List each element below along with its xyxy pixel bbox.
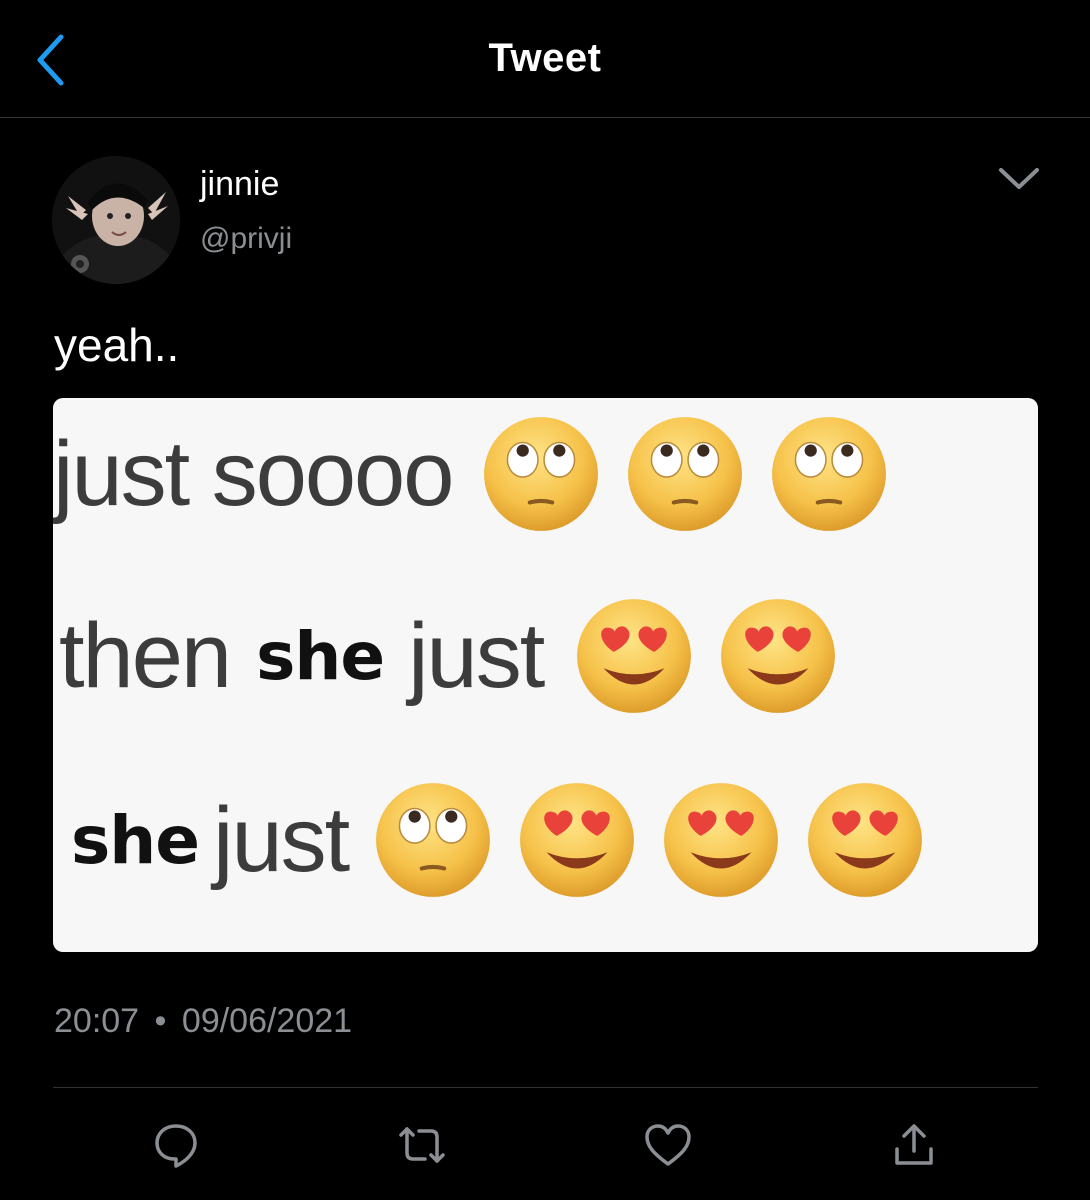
tweet-media[interactable]: just soooo then she just she just (53, 398, 1038, 952)
meme-line-3: she just (71, 770, 926, 910)
timestamp-separator: • (154, 1002, 167, 1040)
meme-text-bold: she (71, 801, 200, 879)
meme-line-1: just soooo (53, 404, 890, 544)
avatar[interactable] (52, 156, 180, 284)
heart-eyes-emoji-icon (516, 779, 638, 901)
meme-line-2: then she just (59, 586, 839, 726)
reply-button[interactable] (148, 1120, 204, 1170)
tweet-time: 20:07 (54, 1002, 140, 1040)
speech-bubble-icon (155, 1124, 197, 1168)
heart-eyes-emoji-icon (717, 595, 839, 717)
meme-text: just soooo (53, 422, 454, 525)
display-name[interactable]: jinnie (200, 165, 279, 204)
more-options-button[interactable] (990, 155, 1048, 203)
heart-eyes-emoji-icon (804, 779, 926, 901)
tweet-date: 09/06/2021 (181, 1002, 353, 1040)
meme-text: just (408, 604, 545, 707)
rolling-eyes-emoji-icon (480, 413, 602, 535)
rolling-eyes-emoji-icon (372, 779, 494, 901)
rolling-eyes-emoji-icon (768, 413, 890, 535)
share-icon (895, 1124, 933, 1165)
tweet-timestamp: 20:07 • 09/06/2021 (54, 1002, 352, 1041)
retweet-button[interactable] (394, 1120, 450, 1170)
rolling-eyes-emoji-icon (624, 413, 746, 535)
share-button[interactable] (886, 1120, 942, 1170)
meme-text: then (59, 604, 232, 707)
heart-icon (645, 1124, 691, 1166)
divider (53, 1087, 1038, 1088)
username-handle[interactable]: @privji (200, 222, 292, 256)
top-bar: Tweet (0, 0, 1090, 118)
meme-text: just (213, 788, 350, 891)
retweet-icon (399, 1127, 445, 1163)
like-button[interactable] (640, 1120, 696, 1170)
chevron-down-icon (999, 168, 1039, 189)
tweet-text: yeah.. (54, 319, 180, 371)
meme-text-bold: she (256, 617, 385, 695)
profile-photo (52, 156, 180, 284)
page-title: Tweet (488, 36, 602, 80)
heart-eyes-emoji-icon (660, 779, 782, 901)
heart-eyes-emoji-icon (573, 595, 695, 717)
